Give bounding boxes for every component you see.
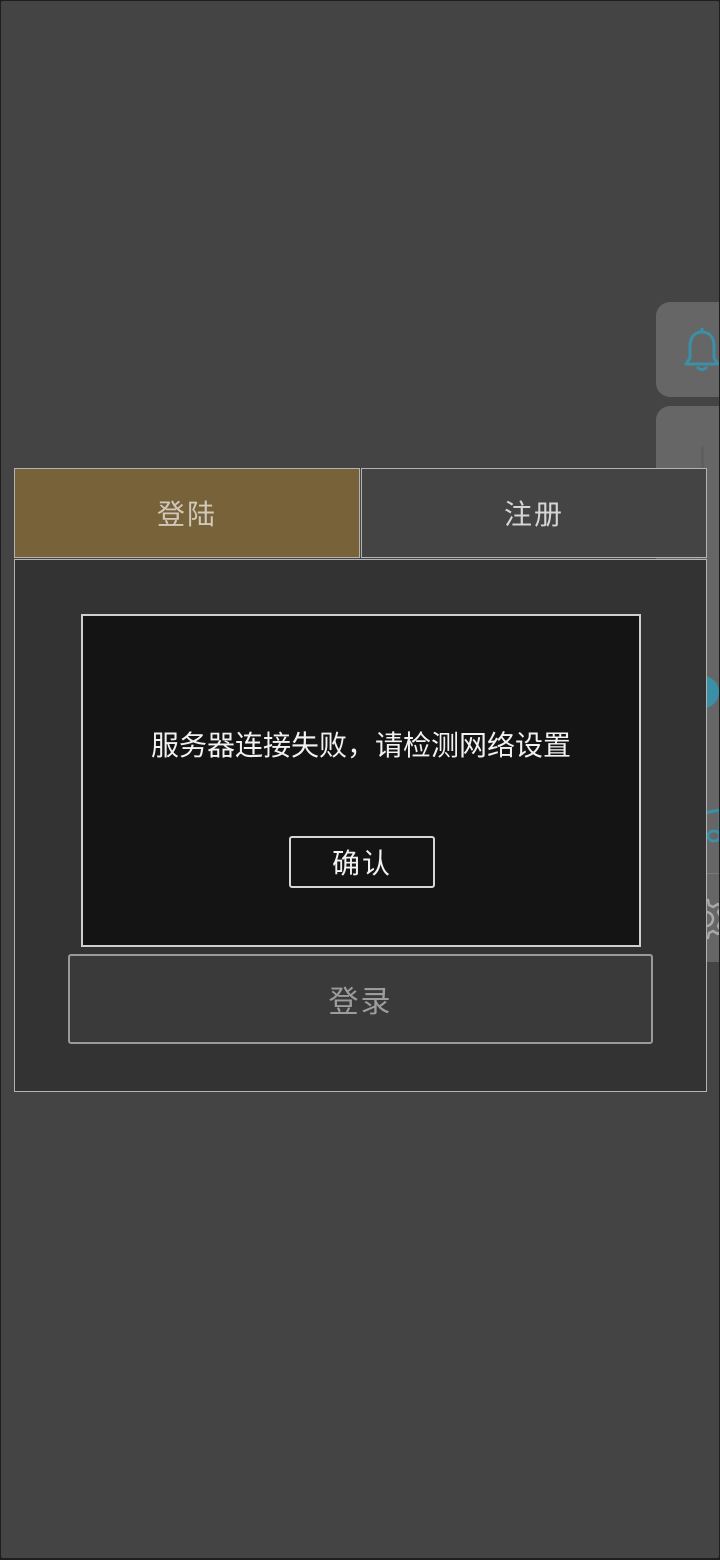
bell-icon[interactable] — [684, 328, 719, 372]
error-dialog: 服务器连接失败，请检测网络设置 确认 — [81, 614, 641, 947]
dialog-message: 服务器连接失败，请检测网络设置 — [150, 729, 571, 762]
app-screen: 登陆 注册 登录 服务器连接失败，请检测网络设置 确认 — [1, 1, 719, 1558]
login-button[interactable]: 登录 — [68, 954, 653, 1044]
notification-card[interactable] — [656, 302, 719, 397]
tab-login[interactable]: 登陆 — [14, 468, 360, 558]
confirm-button[interactable]: 确认 — [289, 836, 435, 888]
auth-tabs: 登陆 注册 — [14, 468, 707, 560]
tab-register[interactable]: 注册 — [361, 468, 707, 558]
